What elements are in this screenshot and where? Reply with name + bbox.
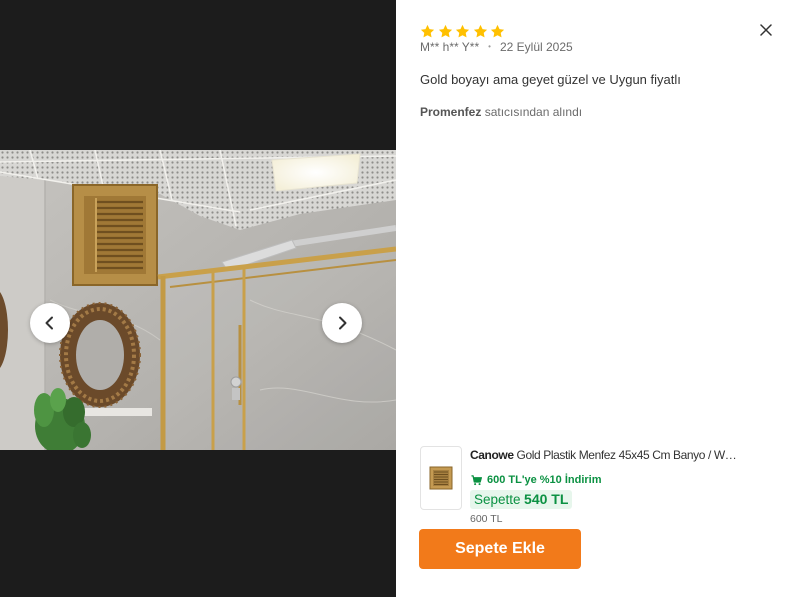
original-price: 600 TL bbox=[470, 513, 503, 525]
star-icon bbox=[455, 24, 470, 38]
star-icon bbox=[438, 24, 452, 38]
seller-suffix: satıcısından alındı bbox=[481, 105, 583, 119]
next-photo-button[interactable] bbox=[322, 303, 362, 343]
prev-photo-button[interactable] bbox=[30, 303, 70, 343]
basket-label: Sepette bbox=[474, 492, 521, 507]
product-image bbox=[429, 466, 453, 490]
review-photo bbox=[0, 150, 396, 450]
chevron-left-icon bbox=[45, 316, 53, 330]
wall-shelf bbox=[78, 408, 152, 416]
rating-stars bbox=[420, 24, 505, 39]
vent-grille bbox=[72, 184, 158, 286]
star-icon bbox=[490, 24, 505, 38]
product-name: Gold Plastik Menfez 45x45 Cm Banyo / W… bbox=[513, 448, 737, 462]
basket-price-badge: Sepette 540 TL bbox=[470, 490, 573, 509]
star-icon bbox=[420, 24, 435, 38]
basket-price: 540 TL bbox=[524, 491, 569, 507]
seller-info: Promenfez satıcısından alındı bbox=[420, 105, 582, 120]
chevron-right-icon bbox=[339, 316, 347, 330]
shower-mixer bbox=[230, 376, 242, 400]
close-icon bbox=[760, 24, 772, 36]
review-meta: M** h** Y** • 22 Eylül 2025 bbox=[420, 40, 573, 56]
promotion-text: 600 TL'ye %10 İndirim bbox=[487, 474, 602, 486]
photo-gallery bbox=[0, 0, 396, 597]
cart-icon bbox=[471, 474, 482, 485]
promotion: 600 TL'ye %10 İndirim bbox=[470, 473, 782, 487]
review-author: M** h** Y** bbox=[420, 40, 480, 54]
review-date: 22 Eylül 2025 bbox=[499, 40, 573, 54]
product-brand: Canowe bbox=[470, 448, 514, 462]
product-info: Canowe Gold Plastik Menfez 45x45 Cm Bany… bbox=[470, 446, 782, 525]
product-title[interactable]: Canowe Gold Plastik Menfez 45x45 Cm Bany… bbox=[470, 446, 782, 464]
add-to-cart-button[interactable]: Sepete Ekle bbox=[419, 529, 581, 569]
shower-enclosure bbox=[157, 246, 396, 450]
star-icon bbox=[473, 24, 487, 38]
review-text: Gold boyayı ama geyet güzel ve Uygun fiy… bbox=[420, 72, 681, 87]
meta-separator: • bbox=[488, 42, 491, 51]
seller-name[interactable]: Promenfez bbox=[420, 105, 481, 119]
product-card: Canowe Gold Plastik Menfez 45x45 Cm Bany… bbox=[420, 446, 782, 525]
close-button[interactable] bbox=[758, 22, 774, 38]
woven-round-mirror bbox=[59, 302, 141, 408]
product-thumbnail[interactable] bbox=[420, 446, 462, 510]
review-detail-panel: M** h** Y** • 22 Eylül 2025 Gold boyayı am… bbox=[396, 0, 792, 597]
